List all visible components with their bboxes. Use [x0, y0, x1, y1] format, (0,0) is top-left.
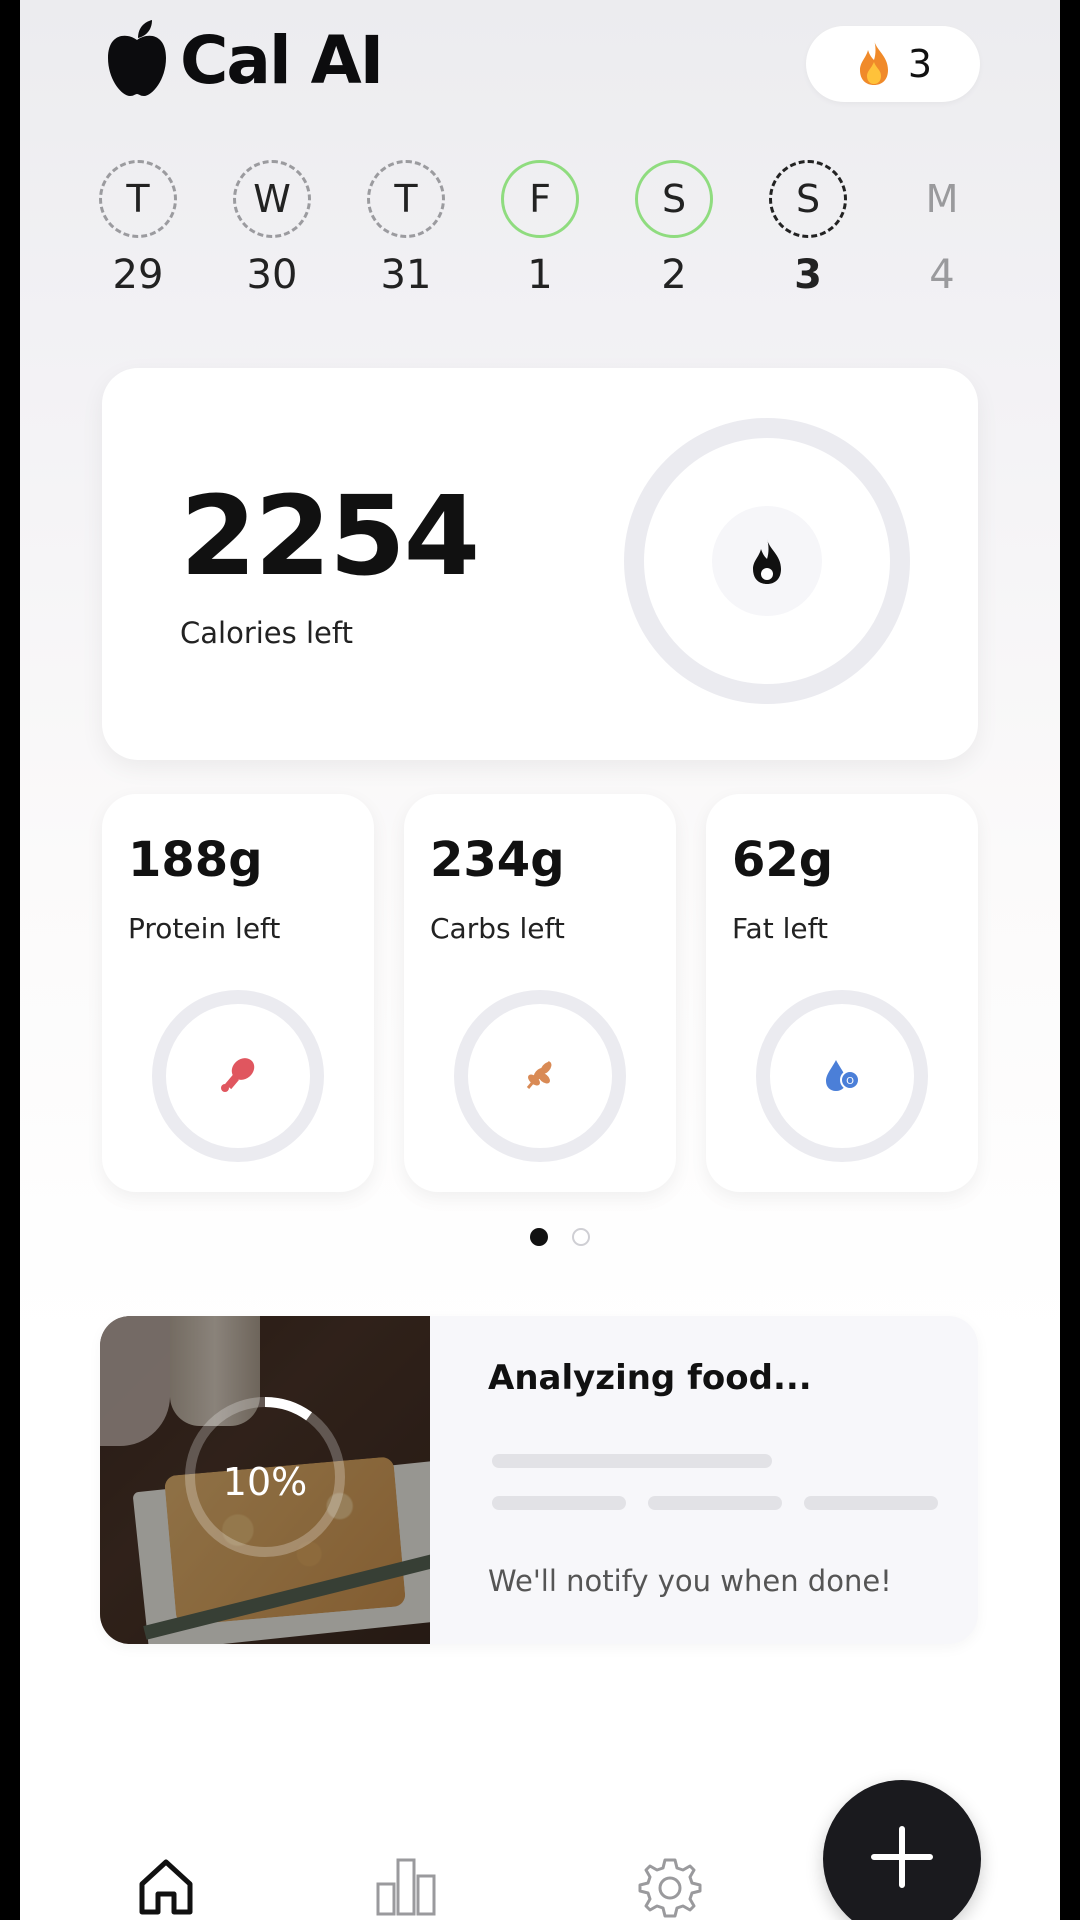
day-date: 31 — [380, 252, 432, 298]
analyzing-title: Analyzing food... — [488, 1358, 812, 1398]
svg-text:O: O — [846, 1076, 854, 1087]
calories-ring — [624, 418, 910, 704]
day-4[interactable]: S2 — [632, 160, 716, 298]
day-1[interactable]: W 30 — [230, 160, 314, 298]
skeleton-bar — [492, 1496, 626, 1510]
apple-icon — [104, 18, 170, 102]
analyzing-note: We'll notify you when done! — [488, 1564, 892, 1598]
app-title: Cal AI — [180, 21, 384, 99]
streak-count: 3 — [907, 42, 933, 86]
day-date: 3 — [794, 252, 822, 298]
day-date: 1 — [527, 252, 553, 298]
skeleton-bar — [648, 1496, 782, 1510]
protein-card[interactable]: 188g Protein left — [102, 794, 374, 1192]
protein-label: Protein left — [128, 912, 281, 945]
drumstick-icon — [218, 1054, 258, 1098]
day-date: 29 — [112, 252, 164, 298]
carbs-card[interactable]: 234g Carbs left — [404, 794, 676, 1192]
day-0[interactable]: T 29 — [96, 160, 180, 298]
home-icon[interactable] — [136, 1856, 196, 1920]
streak-badge[interactable]: 3 — [806, 26, 980, 102]
analyzing-food-card[interactable]: 10% Analyzing food... We'll notify you w… — [100, 1316, 978, 1644]
skeleton-bar — [804, 1496, 938, 1510]
day-letter: F — [501, 160, 579, 238]
plus-icon — [870, 1825, 934, 1893]
day-5[interactable]: S3 — [766, 160, 850, 298]
fat-card[interactable]: 62g Fat left O — [706, 794, 978, 1192]
fat-value: 62g — [732, 832, 834, 888]
food-photo: 10% — [100, 1316, 430, 1644]
bar-chart-icon[interactable] — [374, 1856, 438, 1920]
fat-label: Fat left — [732, 912, 828, 945]
carbs-value: 234g — [430, 832, 565, 888]
calories-card[interactable]: 2254 Calories left — [102, 368, 978, 760]
flame-icon — [854, 38, 894, 90]
fat-ring: O — [756, 990, 928, 1162]
add-button[interactable] — [823, 1780, 981, 1920]
day-letter: S — [769, 160, 847, 238]
day-3[interactable]: F1 — [498, 160, 582, 298]
flame-icon — [712, 506, 822, 616]
app-logo: Cal AI — [104, 18, 384, 102]
calories-label: Calories left — [180, 616, 353, 650]
progress-percent: 10% — [222, 1460, 308, 1504]
day-2[interactable]: T 31 — [364, 160, 448, 298]
oil-drop-icon: O — [822, 1054, 862, 1098]
day-date: 30 — [246, 252, 298, 298]
skeleton-bar — [492, 1454, 772, 1468]
day-6[interactable]: M4 — [900, 160, 984, 298]
wheat-icon — [520, 1054, 560, 1098]
home-screen: Cal AI 3 T 29 W 30 T 31 F 1 S 2 S 3 M 4 2254 Calories… — [20, 0, 1060, 1920]
pager-dot-active[interactable] — [530, 1228, 548, 1246]
day-letter: W — [233, 160, 311, 238]
protein-ring — [152, 990, 324, 1162]
calories-value: 2254 — [180, 472, 480, 600]
day-date: 4 — [929, 252, 955, 298]
carbs-label: Carbs left — [430, 912, 565, 945]
protein-value: 188g — [128, 832, 263, 888]
carbs-ring — [454, 990, 626, 1162]
gear-icon[interactable] — [638, 1856, 702, 1920]
day-letter: T — [99, 160, 177, 238]
pager-dot[interactable] — [572, 1228, 590, 1246]
day-letter: M — [925, 177, 959, 221]
day-letter: S — [635, 160, 713, 238]
day-letter: T — [367, 160, 445, 238]
day-date: 2 — [661, 252, 687, 298]
